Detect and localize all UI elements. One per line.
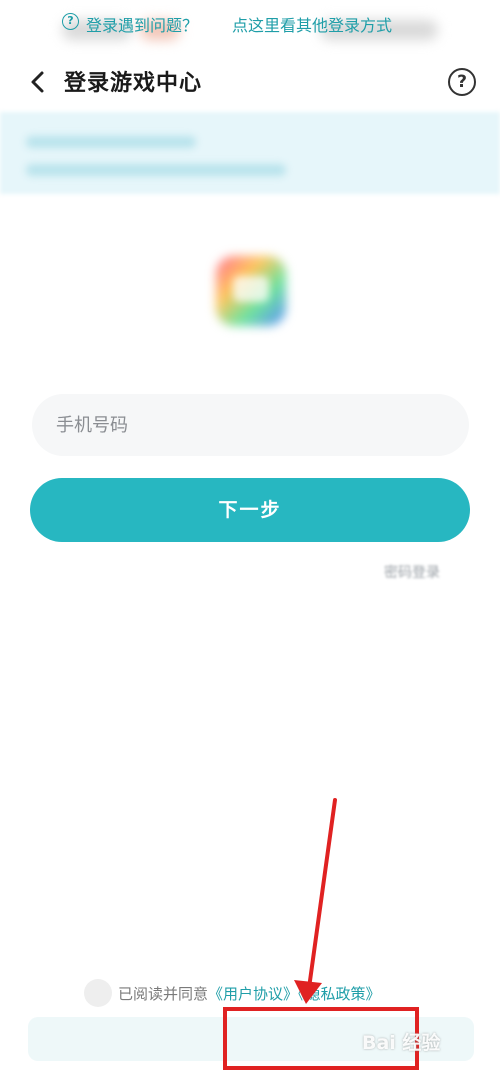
help-button[interactable]: ?	[448, 68, 476, 96]
header: 登录游戏中心 ?	[0, 56, 500, 108]
password-login-link[interactable]: 密码登录	[384, 562, 440, 582]
login-problem-text: 登录遇到问题？	[86, 16, 199, 35]
next-step-button[interactable]: 下一步	[30, 478, 470, 542]
agreement-text: 已阅读并同意《用户协议》《隐私政策》	[118, 983, 381, 1004]
page-title: 登录游戏中心	[64, 71, 203, 96]
game-center-logo-glyph	[233, 276, 269, 302]
privacy-policy-link[interactable]: 《隐私政策》	[298, 985, 381, 1003]
notice-banner	[0, 112, 500, 194]
banner-text-blur	[26, 164, 286, 176]
agreement-checkbox[interactable]	[84, 979, 112, 1007]
question-circle-icon: ?	[62, 13, 79, 30]
agreement-row: 已阅读并同意《用户协议》《隐私政策》	[84, 978, 404, 1008]
back-button[interactable]	[22, 66, 54, 98]
other-login-methods-link[interactable]: 点这里看其他登录方式	[232, 12, 392, 36]
user-agreement-link[interactable]: 《用户协议》	[208, 985, 298, 1003]
agreement-prefix: 已阅读并同意	[118, 985, 209, 1003]
baidu-jingyan-watermark: Bai 经验	[362, 1032, 441, 1054]
banner-text-blur	[26, 136, 196, 148]
phone-number-input[interactable]	[32, 394, 469, 456]
chevron-left-icon	[31, 71, 44, 93]
